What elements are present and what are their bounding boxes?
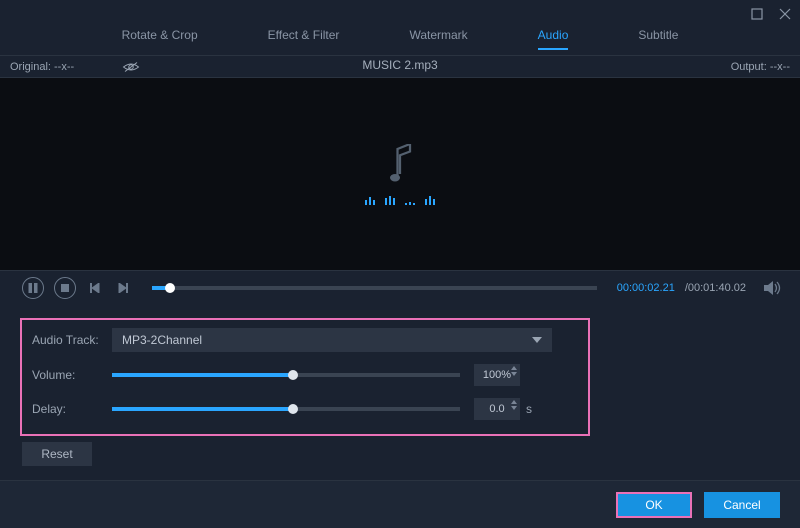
equalizer-icon <box>365 196 435 205</box>
pause-button[interactable] <box>22 277 44 299</box>
reset-button[interactable]: Reset <box>22 442 92 466</box>
delay-unit: s <box>526 402 532 416</box>
stepper-down-icon[interactable] <box>511 406 517 410</box>
seek-slider[interactable] <box>152 286 597 290</box>
original-label: Original: --x-- <box>10 61 74 73</box>
prev-frame-button[interactable] <box>86 279 104 297</box>
preview-area <box>0 78 800 270</box>
audio-track-dropdown[interactable]: MP3-2Channel <box>112 328 552 352</box>
tab-audio[interactable]: Audio <box>538 28 569 50</box>
volume-icon[interactable] <box>764 280 782 296</box>
volume-stepper[interactable]: 100% <box>474 364 520 386</box>
output-label: Output: --x-- <box>731 61 790 73</box>
delay-value: 0.0 <box>489 403 504 415</box>
next-frame-button[interactable] <box>114 279 132 297</box>
delay-slider[interactable] <box>112 407 460 411</box>
time-total: /00:01:40.02 <box>685 282 746 294</box>
delay-label: Delay: <box>32 402 112 416</box>
volume-label: Volume: <box>32 368 112 382</box>
stepper-up-icon[interactable] <box>511 400 517 404</box>
time-current: 00:00:02.21 <box>617 282 675 294</box>
music-note-icon <box>385 144 415 184</box>
stepper-up-icon[interactable] <box>511 366 517 370</box>
stop-button[interactable] <box>54 277 76 299</box>
preview-toggle-icon[interactable] <box>122 60 140 74</box>
audio-track-value: MP3-2Channel <box>122 333 202 347</box>
tab-subtitle[interactable]: Subtitle <box>638 28 678 48</box>
maximize-icon[interactable] <box>750 7 764 21</box>
transport-bar: 00:00:02.21 /00:01:40.02 <box>0 270 800 304</box>
tab-effect-filter[interactable]: Effect & Filter <box>268 28 340 48</box>
title-bar <box>0 0 800 28</box>
volume-value: 100% <box>483 369 511 381</box>
footer-bar: OK Cancel <box>0 480 800 528</box>
highlighted-controls: Audio Track: MP3-2Channel Volume: 100% D… <box>20 318 590 436</box>
audio-panel: Audio Track: MP3-2Channel Volume: 100% D… <box>0 304 800 476</box>
tab-bar: Rotate & Crop Effect & Filter Watermark … <box>0 28 800 56</box>
stepper-down-icon[interactable] <box>511 372 517 376</box>
tab-rotate-crop[interactable]: Rotate & Crop <box>122 28 198 48</box>
cancel-button[interactable]: Cancel <box>704 492 780 518</box>
close-icon[interactable] <box>778 7 792 21</box>
ok-button[interactable]: OK <box>616 492 692 518</box>
tab-watermark[interactable]: Watermark <box>409 28 467 48</box>
audio-track-label: Audio Track: <box>32 333 112 347</box>
volume-slider[interactable] <box>112 373 460 377</box>
chevron-down-icon <box>532 337 542 343</box>
file-title: MUSIC 2.mp3 <box>362 58 437 72</box>
delay-stepper[interactable]: 0.0 <box>474 398 520 420</box>
